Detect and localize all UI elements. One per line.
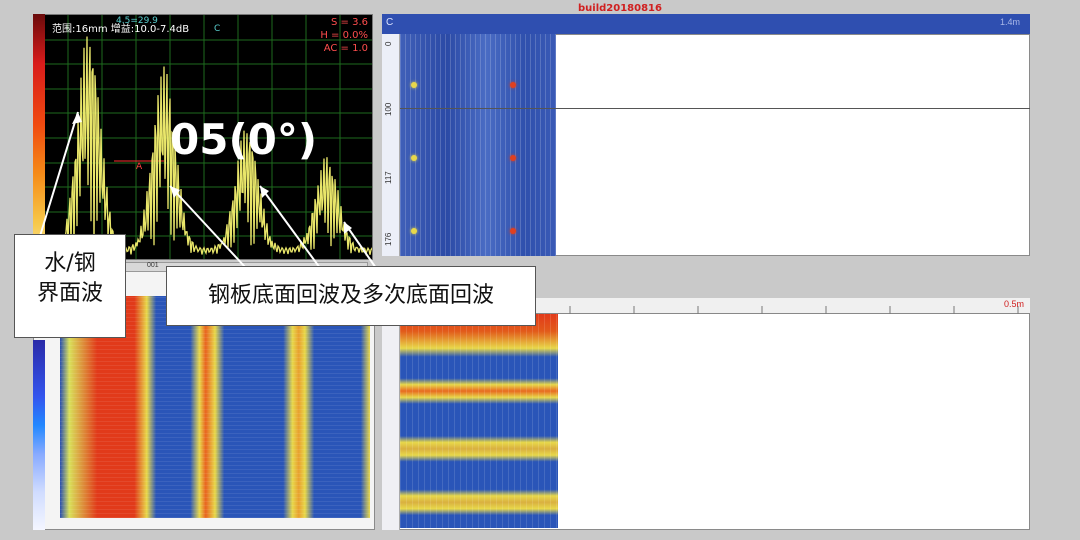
readout-ac: AC = 1.0	[323, 43, 368, 54]
bscan-tick-3: 176	[384, 232, 393, 246]
cscan-toolbar-text: 001	[147, 262, 159, 269]
bscan-tick-2: 117	[384, 171, 393, 184]
readout-h: H = 0.0%	[320, 30, 368, 41]
interface-wave-callout: 水/钢 界面波	[14, 234, 126, 338]
cursor-c-marker: C	[214, 24, 221, 34]
bottom-echo-callout: 钢板底面回波及多次底面回波	[166, 266, 536, 326]
cscan-colorbar	[33, 340, 45, 530]
build-label: build20180816	[578, 3, 662, 14]
dscan-axis-strip	[382, 314, 400, 530]
bscan-header-letter: C	[386, 17, 394, 28]
probe-angle-label: 05(0°)	[170, 115, 318, 164]
defect-marker	[411, 82, 417, 88]
defect-marker	[411, 228, 417, 234]
dscan-ruler-scale: 0.5m	[1003, 299, 1024, 309]
ascan-panel[interactable]: 范围:16mm 增益:10.0-7.4dB 4.5=29.9 C S = 3.6…	[33, 14, 373, 260]
bscan-header-bar: C 1.4m	[382, 14, 1030, 34]
defect-marker	[510, 228, 516, 234]
ascan-amplitude-colorbar	[33, 14, 45, 260]
cursor-readout: 4.5=29.9	[116, 16, 158, 26]
bscan-image[interactable]	[400, 34, 556, 256]
dscan-image[interactable]	[400, 314, 558, 528]
bscan-cursor-line[interactable]	[400, 108, 1030, 109]
defect-marker	[411, 155, 417, 161]
bscan-axis-strip: 0 100 117 176	[382, 34, 400, 256]
gate-a-label: A	[136, 162, 143, 172]
bscan-header-scale: 1.4m	[999, 17, 1020, 27]
bscan-tick-1: 100	[384, 102, 393, 116]
defect-marker	[510, 82, 516, 88]
bscan-tick-0: 0	[384, 41, 393, 46]
defect-marker	[510, 155, 516, 161]
interface-wave-line1: 水/钢	[44, 251, 96, 276]
readout-s: S = 3.6	[331, 17, 368, 28]
interface-wave-line2: 界面波	[36, 281, 103, 306]
